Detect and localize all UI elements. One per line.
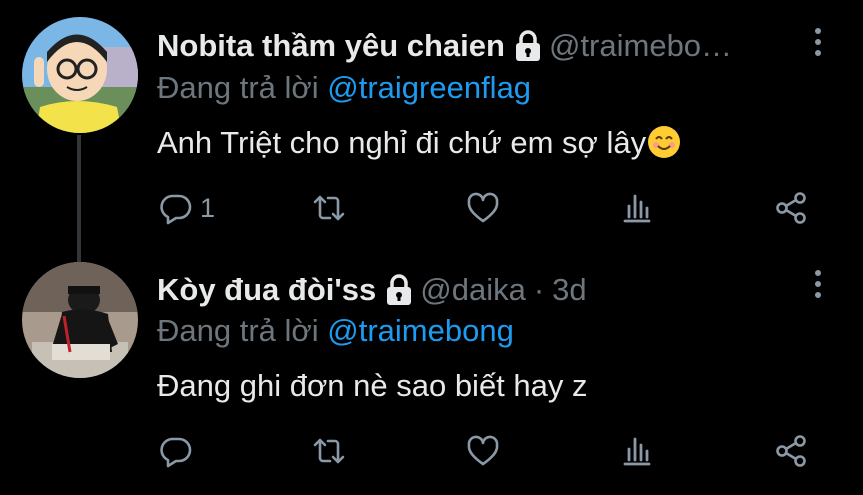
reply-mention-link[interactable]: @traigreenflag	[327, 70, 531, 105]
reply-icon	[160, 194, 192, 225]
reply-button[interactable]	[158, 431, 200, 471]
more-icon[interactable]	[813, 270, 823, 300]
like-button[interactable]	[465, 188, 501, 228]
lock-icon	[386, 274, 412, 306]
retweet-icon	[313, 195, 345, 221]
smiling-face-emoji	[648, 126, 681, 158]
reply-context: Đang trả lời @traimebong	[157, 313, 514, 349]
share-button[interactable]	[773, 188, 809, 228]
display-name[interactable]: Nobita thầm yêu chaien	[157, 28, 505, 64]
tweet-text-content: Anh Triệt cho nghỉ đi chứ em sợ lây	[157, 125, 647, 160]
reply-prefix: Đang trả lời	[157, 70, 319, 105]
tweet[interactable]: Nobita thầm yêu chaien @traimebo… Đang t…	[0, 0, 863, 263]
tweet-header: Kòy đua đòi'ss @daika · 3d	[157, 268, 587, 312]
avatar[interactable]	[22, 262, 138, 378]
timestamp[interactable]: 3d	[552, 272, 586, 308]
action-bar: 1	[0, 188, 863, 228]
tweet-text: Đang ghi đơn nè sao biết hay z	[157, 368, 588, 403]
avatar[interactable]	[22, 17, 138, 133]
share-button[interactable]	[773, 431, 809, 471]
tweet-text: Anh Triệt cho nghỉ đi chứ em sợ lây	[157, 125, 681, 161]
more-icon[interactable]	[813, 28, 823, 58]
share-icon	[776, 192, 806, 224]
like-button[interactable]	[465, 431, 501, 471]
reply-context: Đang trả lời @traigreenflag	[157, 70, 531, 106]
reply-mention-link[interactable]: @traimebong	[327, 313, 514, 348]
share-icon	[776, 435, 806, 467]
retweet-icon	[313, 438, 345, 464]
stats-button[interactable]	[619, 188, 655, 228]
stats-icon	[623, 437, 651, 466]
reply-count: 1	[200, 192, 216, 223]
tweet[interactable]: Kòy đua đòi'ss @daika · 3d Đang trả lời …	[0, 248, 863, 495]
action-bar	[0, 431, 863, 471]
separator: ·	[533, 272, 545, 307]
stats-button[interactable]	[619, 431, 655, 471]
lock-icon	[515, 30, 541, 62]
like-icon	[467, 192, 499, 223]
display-name[interactable]: Kòy đua đòi'ss	[157, 272, 376, 308]
handle[interactable]: @traimebo…	[549, 28, 732, 64]
reply-icon	[160, 437, 192, 468]
stats-icon	[623, 194, 651, 223]
retweet-button[interactable]	[311, 431, 347, 471]
reply-prefix: Đang trả lời	[157, 313, 319, 348]
retweet-button[interactable]	[311, 188, 347, 228]
handle[interactable]: @daika	[420, 272, 526, 308]
reply-button[interactable]: 1	[158, 188, 215, 228]
tweet-header: Nobita thầm yêu chaien @traimebo…	[157, 24, 732, 68]
like-icon	[467, 435, 499, 466]
